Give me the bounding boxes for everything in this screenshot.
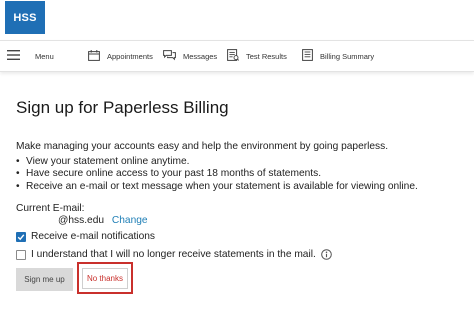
test-results-icon	[227, 49, 239, 63]
nav-label-messages: Messages	[183, 51, 218, 61]
change-email-link[interactable]: Change	[112, 215, 148, 226]
email-notifications-option[interactable]: Receive e-mail notifications	[16, 231, 155, 242]
intro-text: Make managing your accounts easy and hel…	[16, 141, 389, 152]
nav-label-test-results: Test Results	[246, 51, 287, 61]
list-item: View your statement online anytime.	[16, 156, 418, 169]
list-item: Have secure online access to your past 1…	[16, 168, 418, 181]
email-notifications-label: Receive e-mail notifications	[31, 231, 156, 242]
menu-label: Menu	[35, 51, 54, 61]
nav-item-billing-summary[interactable]: Billing Summary	[302, 41, 374, 71]
hamburger-icon	[7, 50, 20, 62]
current-email-label: Current E-mail:	[16, 203, 85, 214]
nav-label-billing-summary: Billing Summary	[320, 51, 375, 61]
checkmark-icon	[17, 233, 25, 240]
no-thanks-button[interactable]: No thanks	[82, 268, 128, 289]
sign-me-up-button[interactable]: Sign me up	[16, 268, 73, 291]
acknowledge-checkbox[interactable]	[16, 249, 26, 260]
billing-summary-icon	[302, 49, 313, 63]
acknowledge-option[interactable]: I understand that I will no longer recei…	[16, 249, 332, 260]
hss-logo[interactable]: HSS	[5, 1, 45, 34]
list-item: Receive an e-mail or text message when y…	[16, 181, 418, 194]
nav-item-appointments[interactable]: Appointments	[88, 41, 153, 71]
nav-label-appointments: Appointments	[107, 51, 153, 61]
top-header: HSS	[0, 0, 474, 40]
current-email-value: @hss.edu	[58, 215, 105, 226]
menu-button[interactable]: Menu	[7, 41, 54, 71]
acknowledge-label: I understand that I will no longer recei…	[31, 249, 316, 260]
main-navbar: Menu Appointments Messages Test Results …	[0, 40, 474, 72]
info-icon[interactable]	[321, 249, 332, 260]
calendar-icon	[88, 49, 100, 63]
current-email-row: @hss.edu Change	[58, 215, 148, 226]
benefits-list: View your statement online anytime. Have…	[16, 156, 418, 194]
nav-item-messages[interactable]: Messages	[163, 41, 217, 71]
messages-icon	[163, 49, 176, 63]
email-notifications-checkbox[interactable]	[16, 231, 26, 242]
page-title: Sign up for Paperless Billing	[16, 98, 229, 117]
nav-item-test-results[interactable]: Test Results	[227, 41, 287, 71]
